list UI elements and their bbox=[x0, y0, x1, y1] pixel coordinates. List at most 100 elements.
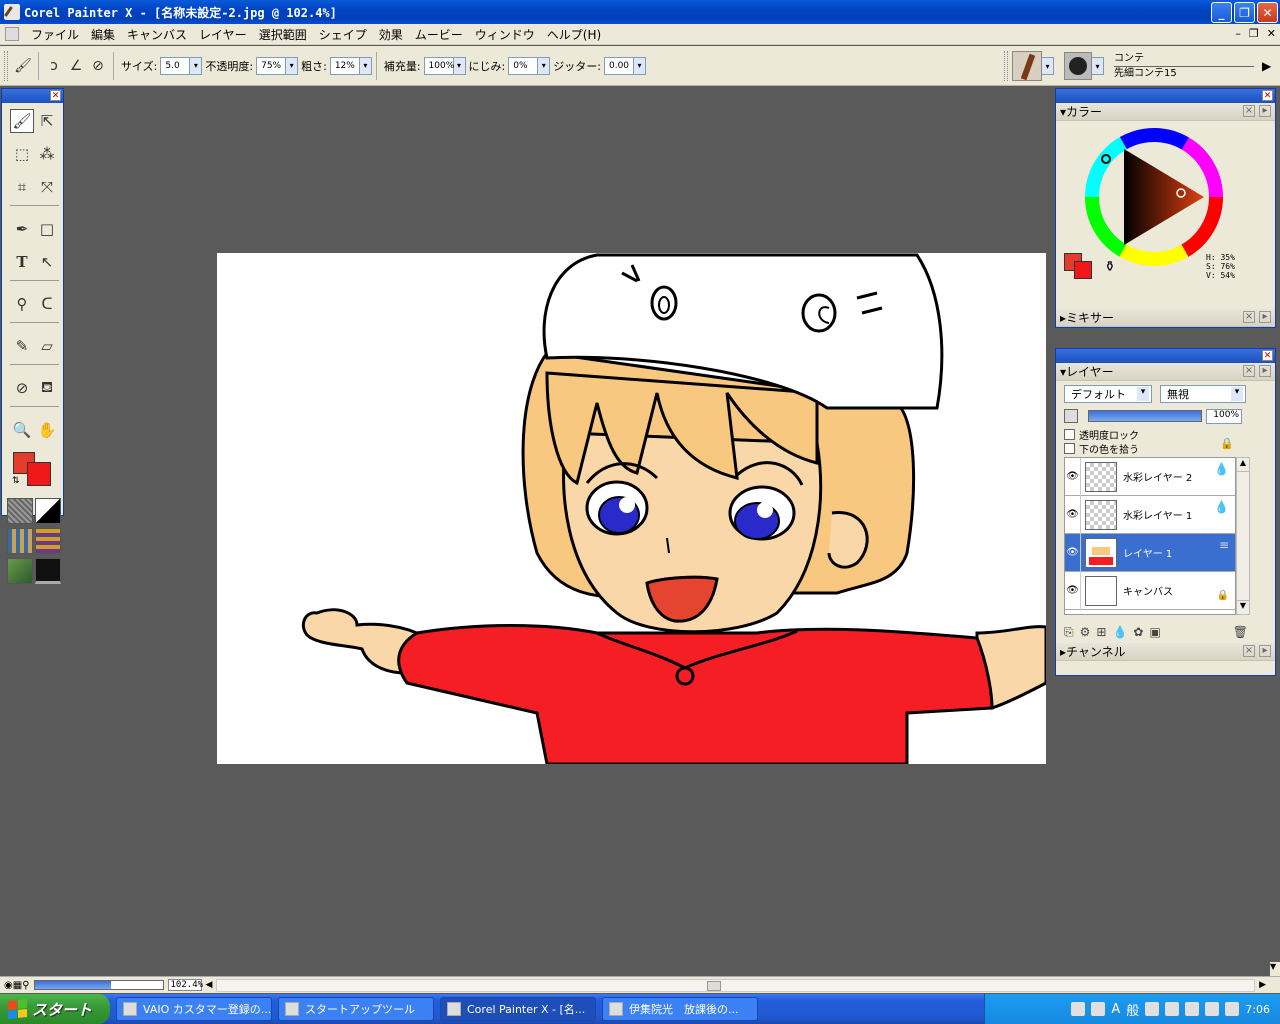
task-ijuin[interactable]: 伊集院光 放課後の... bbox=[602, 997, 758, 1021]
vertical-scrollbar[interactable]: ▼ bbox=[1270, 86, 1280, 976]
eyedropper-icon[interactable]: ⊘ bbox=[10, 376, 34, 400]
jitter-field[interactable]: 0.00 bbox=[603, 56, 634, 75]
dynamic-plugins-icon[interactable]: ⚙ bbox=[1080, 625, 1091, 640]
horizontal-scrollbar[interactable] bbox=[216, 978, 1256, 992]
opacity-field[interactable]: 75% bbox=[256, 56, 287, 75]
help-icon[interactable] bbox=[1185, 1002, 1200, 1016]
zoom-slider[interactable] bbox=[33, 980, 164, 990]
task-painter[interactable]: Corel Painter X - [名... bbox=[440, 997, 596, 1021]
ime-icon[interactable] bbox=[1091, 1002, 1106, 1016]
channels-close-icon[interactable]: × bbox=[1243, 645, 1255, 657]
dictionary-icon[interactable] bbox=[1145, 1002, 1160, 1016]
menu-shapes[interactable]: シェイプ bbox=[313, 26, 373, 43]
opacity-slider[interactable] bbox=[1088, 410, 1202, 422]
dropper-icon[interactable]: ⚲ bbox=[10, 292, 34, 316]
channels-section-header[interactable]: ▸ チャンネル × ▸ bbox=[1056, 643, 1275, 661]
scroll-thumb[interactable] bbox=[707, 980, 722, 991]
menu-help[interactable]: ヘルプ(H) bbox=[541, 26, 607, 43]
pick-up-underlying-checkbox[interactable] bbox=[1064, 443, 1075, 454]
text-icon[interactable]: T bbox=[10, 250, 34, 274]
toolbar-grip[interactable] bbox=[4, 50, 8, 81]
layer-commands-icon[interactable]: ⎘ bbox=[1064, 625, 1074, 640]
color-panel-titlebar[interactable]: ✕ bbox=[1056, 89, 1275, 103]
kana-mode-icon[interactable]: 般 bbox=[1126, 1000, 1139, 1019]
swap-colors-icon[interactable]: ⇅ bbox=[12, 476, 20, 486]
additional-color-swatch[interactable] bbox=[27, 462, 51, 486]
mixer-section-header[interactable]: ▸ ミキサー × ▸ bbox=[1056, 309, 1275, 327]
painter-app-icon[interactable] bbox=[4, 4, 20, 20]
eraser-icon[interactable]: ▱ bbox=[35, 334, 59, 358]
toolbox-titlebar[interactable]: ✕ bbox=[2, 89, 63, 103]
input-mode-icon[interactable]: A bbox=[1111, 1002, 1120, 1017]
brush-category-thumbnail[interactable] bbox=[1012, 51, 1042, 81]
bleed-field[interactable]: 0% bbox=[508, 56, 539, 75]
lasso-icon[interactable]: ᑕ bbox=[35, 292, 59, 316]
task-startup-tool[interactable]: スタートアップツール bbox=[278, 997, 434, 1021]
shape-selection-icon[interactable]: ↖ bbox=[35, 250, 59, 274]
doc-restore-icon[interactable]: ❐ bbox=[1249, 27, 1259, 40]
menu-layers[interactable]: レイヤー bbox=[193, 26, 253, 43]
magnifier-icon[interactable]: 🔍 bbox=[10, 418, 34, 442]
close-button[interactable]: ✕ bbox=[1257, 2, 1278, 23]
transform-icon[interactable]: ⤧ bbox=[35, 175, 59, 199]
eye-icon[interactable]: 👁 bbox=[1065, 571, 1081, 610]
scroll-right-icon[interactable]: ▶ bbox=[1259, 980, 1266, 990]
pen-icon[interactable]: ✒ bbox=[10, 217, 34, 241]
layers-panel-titlebar[interactable]: ✕ bbox=[1056, 349, 1275, 363]
minimize-button[interactable]: _ bbox=[1211, 2, 1232, 23]
eye-icon[interactable]: 👁 bbox=[1065, 495, 1081, 534]
composite-depth-select[interactable]: 無視 bbox=[1160, 385, 1246, 403]
resat-field[interactable]: 100% bbox=[423, 56, 454, 75]
brush-category-name[interactable]: コンテ bbox=[1114, 52, 1254, 67]
rectangle-shape-icon[interactable]: □ bbox=[35, 217, 59, 241]
magic-wand-icon[interactable]: ⁂ bbox=[35, 142, 59, 166]
doc-minimize-icon[interactable]: – bbox=[1235, 27, 1241, 40]
freehand-stroke-icon[interactable]: ↄ bbox=[43, 55, 65, 77]
size-field[interactable]: 5.0 bbox=[160, 56, 191, 75]
paint-bucket-icon[interactable]: ⛾ bbox=[35, 376, 59, 400]
brush-variant-thumbnail[interactable] bbox=[1064, 52, 1092, 80]
bleed-dropdown-icon[interactable]: ▾ bbox=[538, 56, 551, 75]
menu-movie[interactable]: ムービー bbox=[409, 26, 469, 43]
size-dropdown-icon[interactable]: ▾ bbox=[190, 56, 203, 75]
menu-canvas[interactable]: キャンバス bbox=[121, 26, 193, 43]
layers-close-icon[interactable]: × bbox=[1243, 365, 1255, 377]
tools-icon[interactable] bbox=[1165, 1002, 1180, 1016]
new-layer-group-icon[interactable]: ⊞ bbox=[1096, 625, 1106, 640]
toolbox-close-icon[interactable]: ✕ bbox=[50, 90, 61, 101]
brush-icon[interactable]: 🖌 bbox=[10, 109, 34, 133]
cloner-icon[interactable]: ✎ bbox=[10, 334, 34, 358]
reset-tool-icon[interactable]: ⊘ bbox=[87, 55, 109, 77]
document-menu-icon[interactable] bbox=[5, 27, 19, 41]
new-liquid-ink-layer-icon[interactable]: ✿ bbox=[1133, 625, 1143, 640]
menu-window[interactable]: ウィンドウ bbox=[469, 26, 541, 43]
menu-file[interactable]: ファイル bbox=[25, 26, 85, 43]
weave-library-icon[interactable] bbox=[35, 528, 61, 554]
grid-icon[interactable]: ▦ bbox=[13, 980, 22, 991]
rect-selection-icon[interactable]: ⬚ bbox=[10, 142, 34, 166]
grabber-hand-icon[interactable]: ✋ bbox=[35, 418, 59, 442]
grain-dropdown-icon[interactable]: ▾ bbox=[359, 56, 372, 75]
brush-menu-arrow-icon[interactable]: ▶ bbox=[1262, 59, 1271, 73]
task-vaio[interactable]: VAIO カスタマー登録の... bbox=[116, 997, 272, 1021]
layer-mask-icon[interactable]: ▣ bbox=[1149, 625, 1160, 640]
keyboard-icon[interactable] bbox=[1071, 1002, 1086, 1016]
additional-color-mini-swatch[interactable] bbox=[1074, 261, 1092, 279]
delete-layer-icon[interactable]: 🗑 bbox=[1233, 625, 1248, 640]
network-icon[interactable] bbox=[1205, 1002, 1220, 1016]
composite-method-select[interactable]: デフォルト bbox=[1064, 385, 1152, 403]
crop-icon[interactable]: ⌗ bbox=[10, 175, 34, 199]
pattern-library-icon[interactable] bbox=[7, 528, 33, 554]
grain-field[interactable]: 12% bbox=[329, 56, 360, 75]
gradient-library-icon[interactable] bbox=[35, 498, 61, 524]
canvas[interactable] bbox=[217, 253, 1046, 764]
resat-dropdown-icon[interactable]: ▾ bbox=[453, 56, 466, 75]
new-watercolor-layer-icon[interactable]: 💧 bbox=[1112, 625, 1127, 640]
menu-edit[interactable]: 編集 bbox=[85, 26, 121, 43]
toolbar-grip[interactable] bbox=[1004, 51, 1008, 81]
paper-library-icon[interactable] bbox=[7, 498, 33, 524]
scroll-down-icon[interactable]: ▼ bbox=[1237, 600, 1249, 614]
brush-category-dropdown-icon[interactable]: ▾ bbox=[1042, 57, 1054, 75]
clone-color-stamp-icon[interactable]: ⚱ bbox=[1104, 259, 1116, 275]
zoom-field[interactable]: 102.4% bbox=[167, 979, 203, 991]
